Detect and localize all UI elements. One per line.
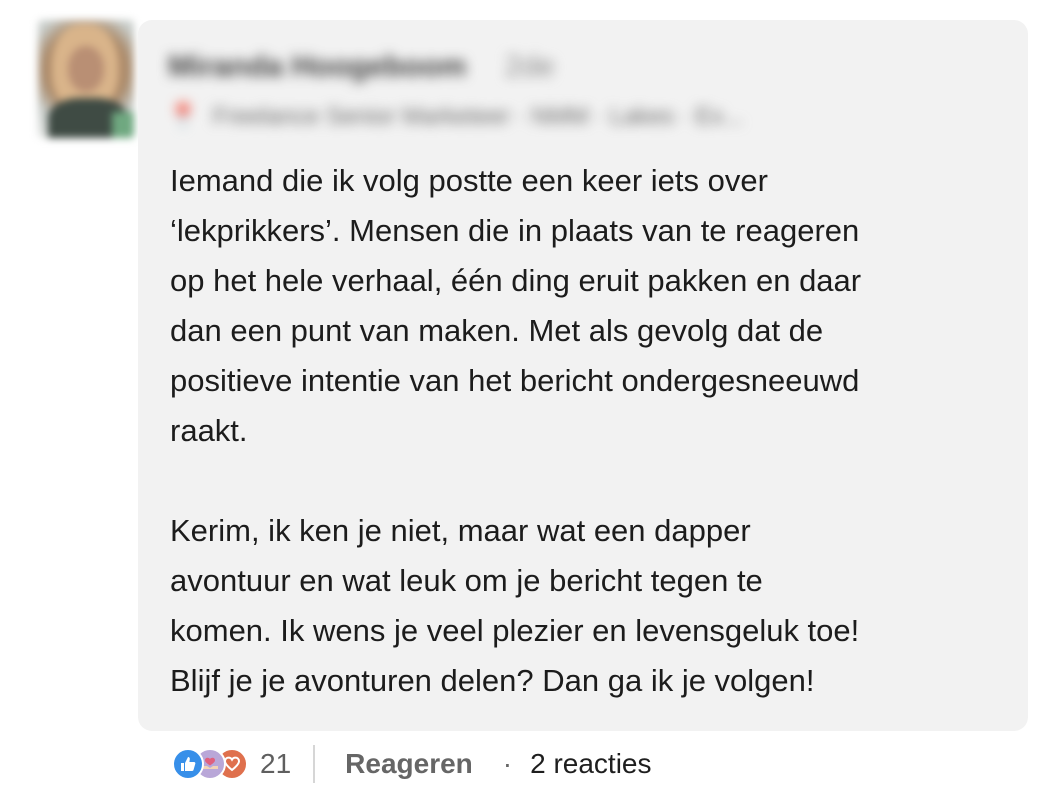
- avatar-badge: [112, 112, 134, 138]
- comment-paragraph: Kerim, ik ken je niet, maar wat een dapp…: [170, 513, 860, 698]
- comment-footer: 21 Reageren · 2 reacties: [172, 740, 652, 788]
- author-headline-row: 📍 Freelance Senior Marketeer · NMM · Lak…: [168, 102, 743, 131]
- replies-count-link[interactable]: 2 reacties: [530, 748, 651, 780]
- pin-icon: 📍: [168, 103, 198, 130]
- footer-divider: [313, 745, 316, 783]
- author-name-row[interactable]: Miranda Hoogeboom 2de: [168, 50, 555, 84]
- author-headline: Freelance Senior Marketeer · NMM · Lakes…: [212, 103, 744, 130]
- reaction-icons[interactable]: [172, 748, 248, 780]
- comment-paragraph: Iemand die ik volg postte een keer iets …: [170, 163, 862, 448]
- separator-dot: ·: [502, 748, 513, 779]
- avatar-face: [68, 46, 104, 92]
- comment-text: Iemand die ik volg postte een keer iets …: [170, 156, 1010, 706]
- author-name[interactable]: Miranda Hoogeboom: [168, 50, 466, 83]
- reply-button[interactable]: Reageren: [345, 748, 473, 780]
- like-icon: [172, 748, 204, 780]
- connection-degree: 2de: [504, 50, 555, 83]
- comment-bubble: Miranda Hoogeboom 2de 📍 Freelance Senior…: [138, 20, 1028, 731]
- avatar[interactable]: [38, 20, 134, 138]
- reaction-count[interactable]: 21: [260, 748, 291, 780]
